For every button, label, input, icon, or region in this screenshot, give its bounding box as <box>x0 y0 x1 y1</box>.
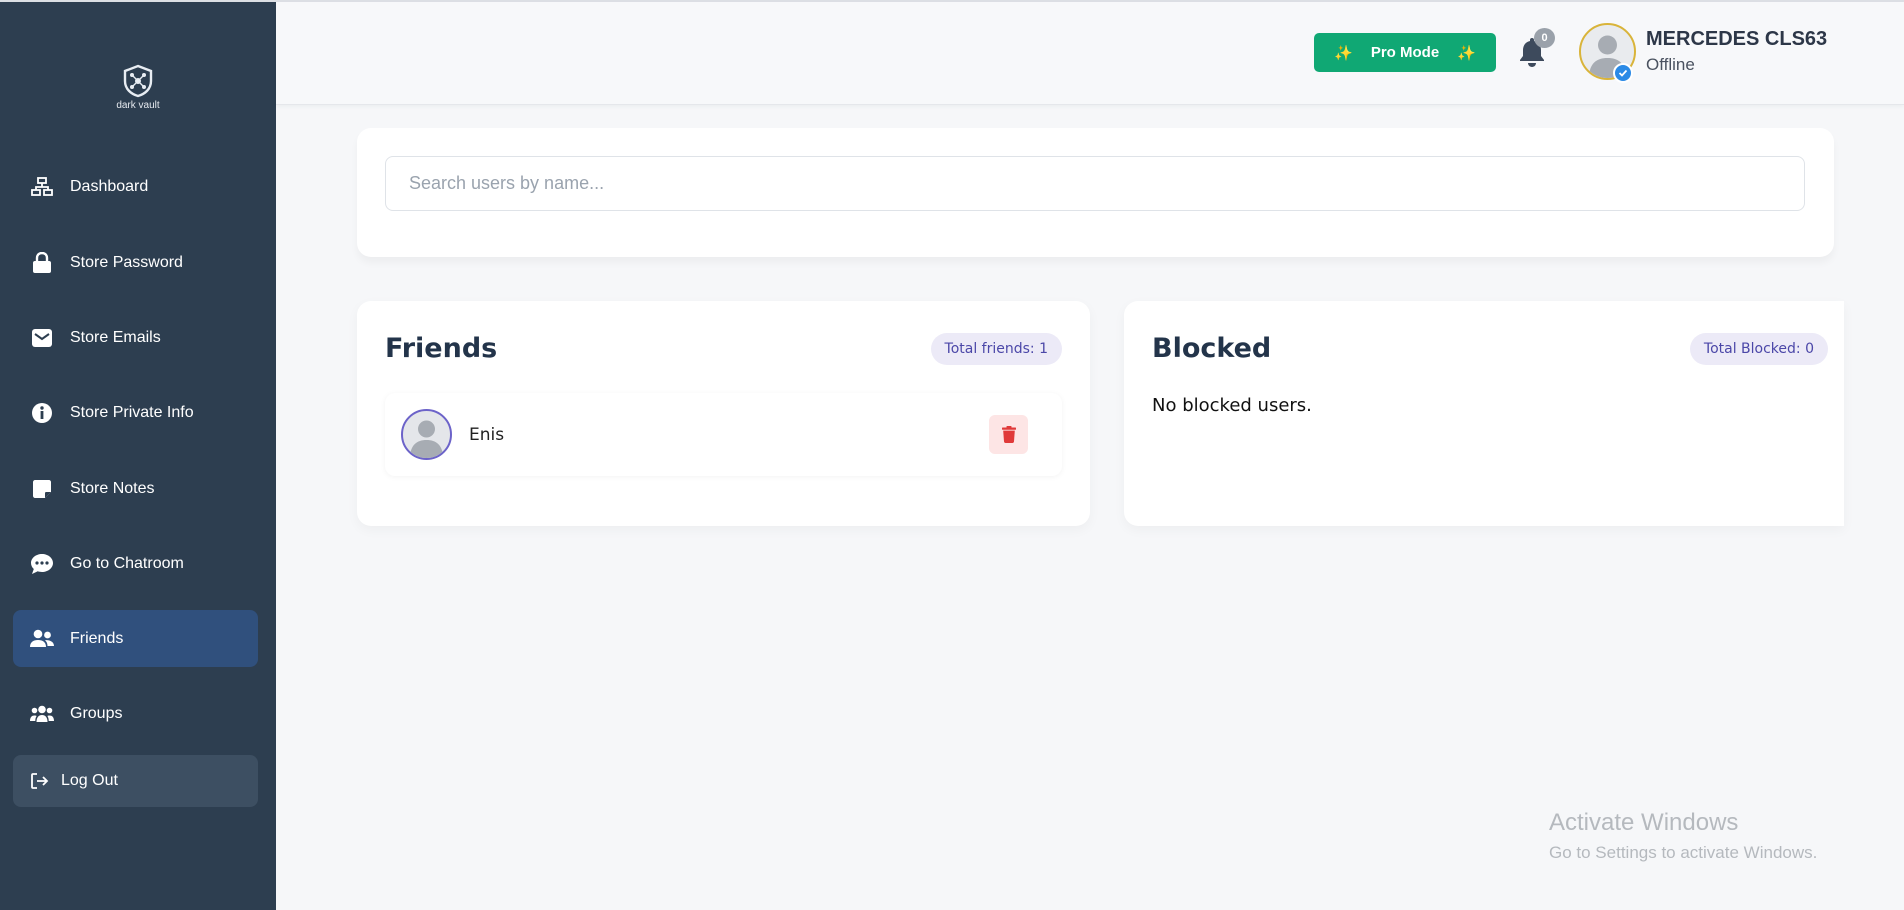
pro-mode-button[interactable]: ✨ Pro Mode ✨ <box>1314 33 1496 72</box>
sidebar-item-label: Store Notes <box>70 479 155 497</box>
chat-icon <box>29 551 55 577</box>
blocked-empty-message: No blocked users. <box>1152 395 1312 416</box>
sidebar-item-label: Store Password <box>70 253 183 271</box>
vault-logo-icon <box>123 64 153 98</box>
sidebar-item-store-password[interactable]: Store Password <box>13 234 258 291</box>
total-blocked-badge: Total Blocked: 0 <box>1689 333 1828 365</box>
search-card <box>357 128 1834 257</box>
friend-name: Enis <box>469 424 505 445</box>
search-users-input[interactable] <box>385 156 1805 211</box>
friends-title: Friends <box>385 333 498 364</box>
sparkle-icon: ✨ <box>1457 44 1476 62</box>
verified-badge-icon <box>1613 63 1633 83</box>
user-status: Offline <box>1646 55 1695 74</box>
logout-label: Log Out <box>61 772 118 789</box>
envelope-icon <box>29 325 55 351</box>
friends-card: Friends Total friends: 1 Enis <box>357 301 1090 526</box>
sidebar-item-label: Groups <box>70 704 123 722</box>
logo-text: dark vault <box>116 100 160 111</box>
default-avatar-icon <box>410 420 443 458</box>
blocked-card: Blocked Total Blocked: 0 No blocked user… <box>1124 301 1844 526</box>
user-name: MERCEDES CLS63 <box>1646 28 1828 50</box>
sidebar: dark vault Dashboard Store Password Stor… <box>0 2 276 910</box>
sidebar-item-label: Go to Chatroom <box>70 554 184 572</box>
pro-mode-label: Pro Mode <box>1370 44 1440 61</box>
note-icon <box>29 476 55 502</box>
sidebar-item-label: Friends <box>70 629 124 647</box>
sign-out-icon <box>31 773 49 789</box>
friend-list-item[interactable]: Enis <box>385 393 1062 476</box>
sidebar-item-chatroom[interactable]: Go to Chatroom <box>13 535 258 592</box>
sidebar-item-store-notes[interactable]: Store Notes <box>13 460 258 517</box>
sidebar-item-dashboard[interactable]: Dashboard <box>13 158 258 215</box>
sidebar-item-store-emails[interactable]: Store Emails <box>13 309 258 366</box>
blocked-title: Blocked <box>1152 333 1272 364</box>
users-icon <box>29 701 55 727</box>
sidebar-item-label: Store Private Info <box>70 403 194 421</box>
sidebar-item-groups[interactable]: Groups <box>13 685 258 742</box>
total-friends-badge: Total friends: 1 <box>930 333 1062 365</box>
sidebar-item-label: Dashboard <box>70 177 149 195</box>
sidebar-item-label: Store Emails <box>70 328 161 346</box>
trash-icon <box>1001 426 1016 443</box>
user-friends-icon <box>29 626 55 652</box>
sparkle-icon: ✨ <box>1334 44 1353 62</box>
logout-button[interactable]: Log Out <box>13 755 258 807</box>
app-logo[interactable]: dark vault <box>0 64 276 111</box>
info-circle-icon <box>29 400 55 426</box>
sidebar-item-friends[interactable]: Friends <box>13 610 258 667</box>
lock-icon <box>29 250 55 276</box>
notification-count-badge: 0 <box>1534 28 1555 48</box>
activate-windows-title: Activate Windows <box>1549 809 1739 836</box>
sidebar-item-store-private-info[interactable]: Store Private Info <box>13 384 258 441</box>
sitemap-icon <box>29 174 55 200</box>
top-header <box>276 2 1904 105</box>
remove-friend-button[interactable] <box>989 415 1028 454</box>
activate-windows-subtitle: Go to Settings to activate Windows. <box>1549 843 1818 862</box>
friend-avatar <box>401 409 452 460</box>
